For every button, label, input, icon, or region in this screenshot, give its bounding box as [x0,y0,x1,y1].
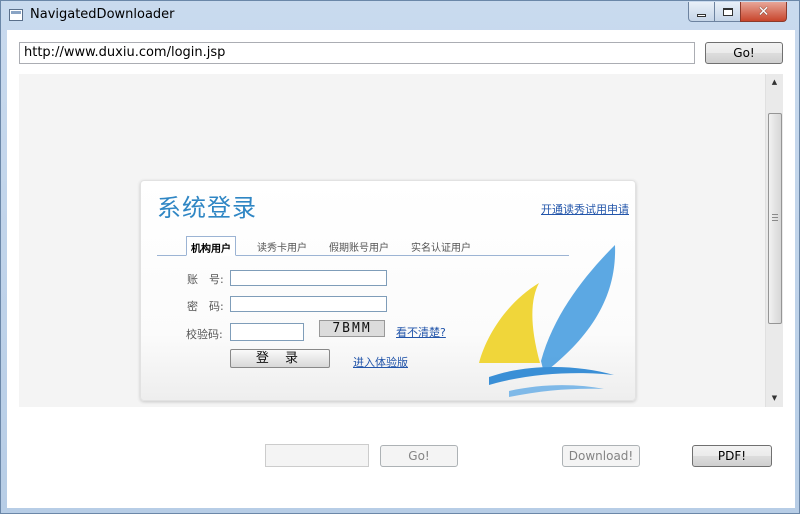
title-bar[interactable]: NavigatedDownloader ✕ [1,1,799,29]
url-input[interactable]: http://www.duxiu.com/login.jsp [19,42,695,64]
captcha-refresh-link[interactable]: 看不清楚? [396,324,446,340]
trial-apply-link[interactable]: 开通读秀试用申请 [541,201,629,217]
login-panel: 系统登录 开通读秀试用申请 机构用户 读秀卡用户 假期账号用户 实名认证用户 账… [140,180,636,401]
login-button[interactable]: 登 录 [230,349,330,368]
go-page-button[interactable]: Go! [380,445,458,467]
vertical-scrollbar[interactable]: ▲ ▼ [765,74,783,407]
login-title: 系统登录 [157,194,257,222]
scroll-up-arrow-icon[interactable]: ▲ [766,74,783,91]
app-window-icon [9,9,23,21]
tab-institution-user[interactable]: 机构用户 [186,236,236,256]
close-button[interactable]: ✕ [740,2,787,22]
logo-yellow-sail [479,283,540,363]
close-icon: ✕ [757,3,770,20]
pdf-button[interactable]: PDF! [692,445,772,467]
tab-duxiu-card-user[interactable]: 读秀卡用户 [253,236,311,256]
page-input[interactable] [265,444,369,467]
logo-wave [489,367,614,385]
minimize-button[interactable] [688,2,715,22]
window-title: NavigatedDownloader [30,7,175,22]
tab-verified-user[interactable]: 实名认证用户 [407,236,475,256]
password-label: 密 码: [187,300,224,313]
captcha-label: 校验码: [186,328,223,341]
account-label: 账 号: [187,273,224,286]
account-input[interactable] [230,270,387,286]
scroll-thumb[interactable] [768,113,782,324]
sailboat-logo [479,245,616,397]
download-button[interactable]: Download! [562,445,640,467]
app-window: NavigatedDownloader ✕ http://www.duxiu.c… [0,0,800,514]
captcha-input[interactable] [230,323,304,341]
client-area: http://www.duxiu.com/login.jsp Go! 系统登录 … [7,30,795,508]
trial-version-link[interactable]: 进入体验版 [353,354,408,370]
go-button[interactable]: Go! [705,42,783,64]
maximize-icon [722,7,733,16]
captcha-image[interactable]: 7BMM [319,320,385,337]
minimize-icon [697,13,706,17]
maximize-button[interactable] [714,2,741,22]
web-view[interactable]: 系统登录 开通读秀试用申请 机构用户 读秀卡用户 假期账号用户 实名认证用户 账… [19,74,783,407]
grip-icon [772,214,778,221]
logo-blue-sail [541,245,616,373]
tab-vacation-account-user[interactable]: 假期账号用户 [325,236,393,256]
password-input[interactable] [230,296,387,312]
scroll-down-arrow-icon[interactable]: ▼ [766,390,783,407]
logo-wave-lower [509,385,604,397]
